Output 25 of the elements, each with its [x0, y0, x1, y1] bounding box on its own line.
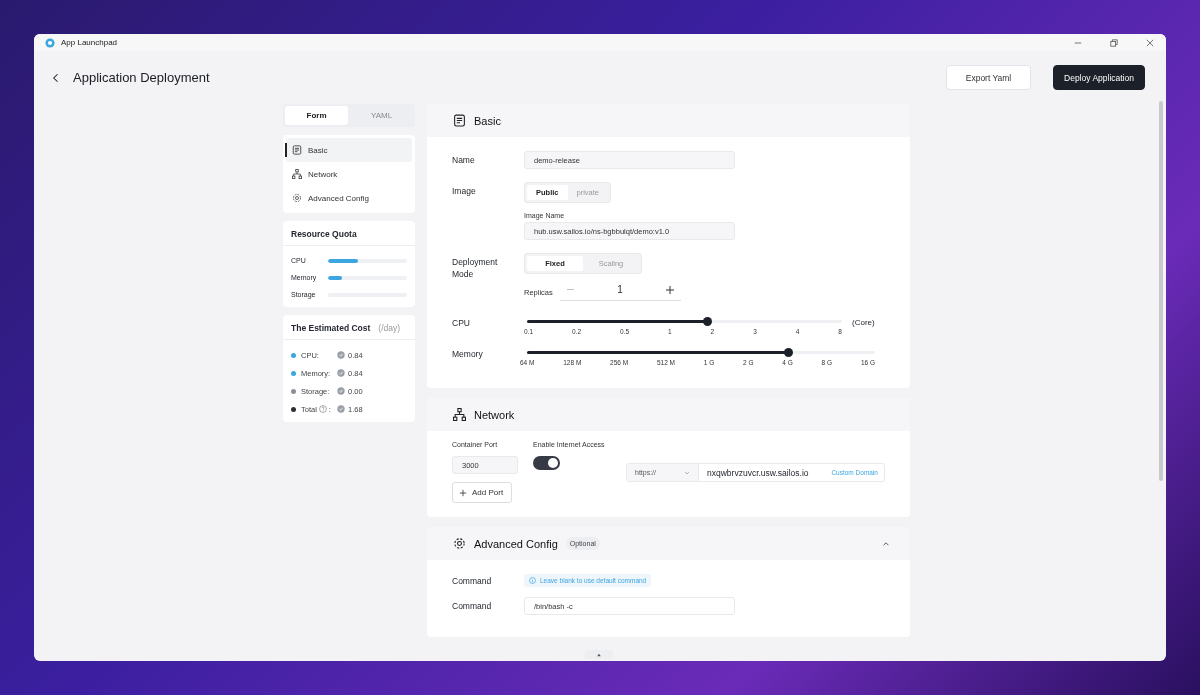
field-label: CPU: [452, 317, 471, 329]
window-title: App Launchpad: [61, 38, 118, 47]
nav-item[interactable]: Advanced Config: [286, 186, 412, 210]
cost-unit: (/day): [378, 323, 401, 333]
replicas-value[interactable]: 1: [617, 284, 623, 295]
view-tab[interactable]: Form: [285, 106, 348, 125]
field-label: Image: [452, 185, 477, 197]
unit-label: (Core): [852, 318, 875, 327]
field-label: Deployment Mode: [452, 256, 499, 280]
field-label: Command: [452, 601, 493, 611]
add-port-button[interactable]: Add Port: [452, 482, 512, 503]
section-title: Network: [474, 408, 515, 421]
field-label: Command: [452, 575, 493, 586]
cost-title: The Estimated Cost: [291, 323, 371, 333]
section-title: Basic: [474, 114, 501, 127]
domain-text: nxqwbrvzuvcr.usw.sailos.io: [707, 467, 809, 478]
nav-item[interactable]: Basic: [286, 138, 412, 162]
field-label: Memory: [452, 348, 484, 360]
deploy-button[interactable]: Deploy Application: [1053, 65, 1145, 90]
section-title: Advanced Config: [474, 537, 558, 550]
nav-item[interactable]: Network: [286, 162, 412, 186]
quota-title: Resource Quota: [283, 221, 415, 246]
field-label: Name: [452, 154, 476, 166]
export-button[interactable]: Export Yaml: [946, 65, 1031, 90]
page-title: Application Deployment: [73, 70, 210, 85]
